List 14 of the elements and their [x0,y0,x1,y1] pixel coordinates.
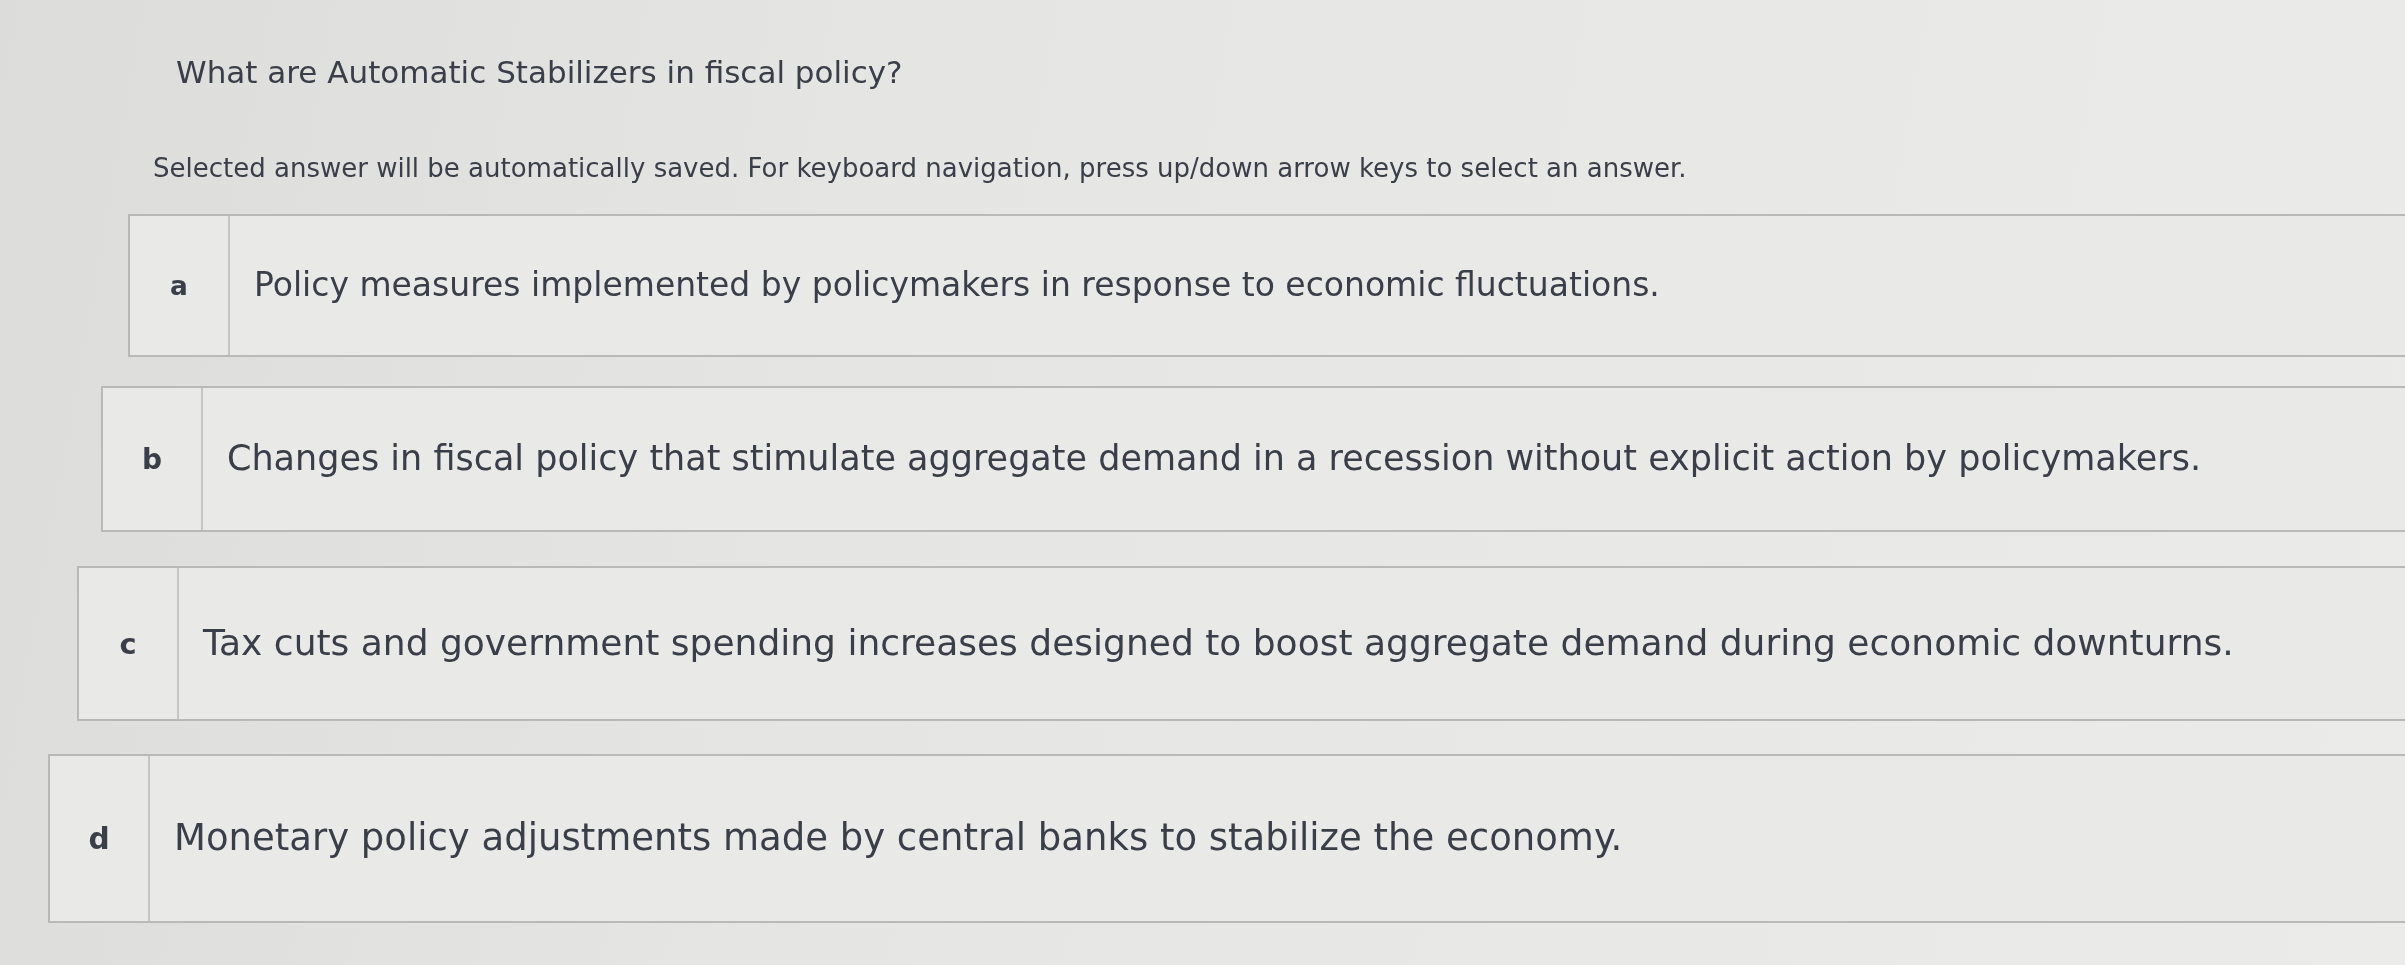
option-text: Tax cuts and government spending increases designed to boost aggregate demand during economic downturns. [202,621,2234,666]
option-letter: c [79,568,179,719]
answer-option[interactable]: c Tax cuts and government spending increases designed to boost aggregate demand during economic downturns. [77,566,2405,721]
answer-option[interactable]: a Policy measures implemented by policymakers in response to economic fluctuations. [128,214,2405,357]
option-text: Policy measures implemented by policymakers in response to economic fluctuations. [253,264,1660,307]
question-title: What are Automatic Stabilizers in fiscal policy? [176,53,903,92]
option-letter: d [50,756,150,921]
answer-option[interactable]: b Changes in fiscal policy that stimulate aggregate demand in a recession without explicit action by policymakers. [101,386,2405,532]
instructions-text: Selected answer will be automatically saved. For keyboard navigation, press up/down arrow keys to select an answer. [153,152,1687,185]
option-text: Changes in fiscal policy that stimulate aggregate demand in a recession without explicit action by policymakers. [226,437,2202,481]
option-letter: a [130,216,230,355]
option-letter: b [103,388,203,530]
option-text: Monetary policy adjustments made by central banks to stabilize the economy. [173,815,1623,862]
answer-option[interactable]: d Monetary policy adjustments made by central banks to stabilize the economy. [48,754,2405,923]
